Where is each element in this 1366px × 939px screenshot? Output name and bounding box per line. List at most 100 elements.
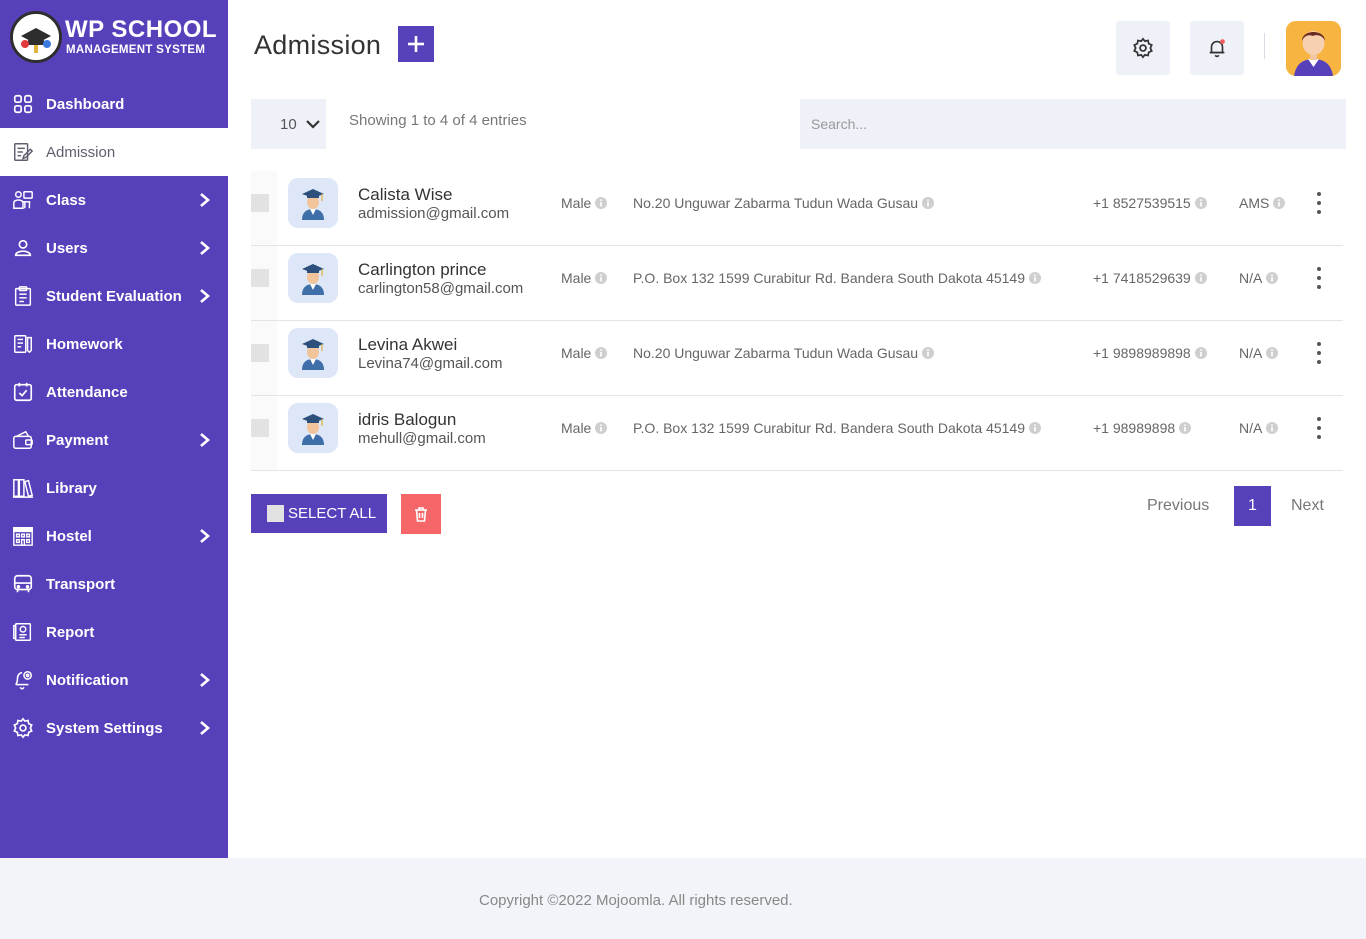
info-icon[interactable] xyxy=(1266,347,1279,359)
class-cell: N/A xyxy=(1239,420,1279,436)
user-avatar-icon xyxy=(1286,21,1341,76)
settings-button[interactable] xyxy=(1116,21,1170,75)
sidebar-item-transport[interactable]: Transport xyxy=(0,560,228,608)
row-checkbox[interactable] xyxy=(251,194,269,212)
sidebar-item-student-evaluation[interactable]: Student Evaluation xyxy=(0,272,228,320)
sidebar-item-label: Hostel xyxy=(46,527,92,545)
select-all-label: SELECT ALL xyxy=(288,505,377,522)
copyright-text: Copyright ©2022 Mojoomla. All rights res… xyxy=(479,892,793,909)
add-admission-button[interactable] xyxy=(398,26,434,62)
sidebar-item-hostel[interactable]: Hostel xyxy=(0,512,228,560)
sidebar-item-payment[interactable]: Payment xyxy=(0,416,228,464)
info-icon[interactable] xyxy=(1273,197,1286,209)
chevron-right-icon xyxy=(200,433,210,447)
sidebar-item-notification[interactable]: Notification xyxy=(0,656,228,704)
gender-text: Male xyxy=(561,270,592,286)
class-text: AMS xyxy=(1239,195,1270,211)
sidebar-item-label: Transport xyxy=(46,575,116,593)
hostel-icon xyxy=(12,525,34,547)
table-row[interactable]: Levina Akwei Levina74@gmail.com Male No.… xyxy=(251,321,1343,396)
brand[interactable]: WP SCHOOL MANAGEMENT SYSTEM xyxy=(10,11,225,63)
plus-icon xyxy=(408,36,424,52)
sidebar-item-label: Report xyxy=(46,623,95,641)
notifications-button[interactable] xyxy=(1190,21,1244,75)
row-menu-button[interactable] xyxy=(1309,341,1329,365)
sidebar-item-system-settings[interactable]: System Settings xyxy=(0,704,228,752)
class-text: N/A xyxy=(1239,270,1263,286)
info-icon[interactable] xyxy=(1179,422,1192,434)
sidebar-item-report[interactable]: Report xyxy=(0,608,228,656)
row-checkbox[interactable] xyxy=(251,269,269,287)
select-all-checkbox[interactable] xyxy=(267,505,284,522)
pagination-previous[interactable]: Previous xyxy=(1147,497,1209,515)
sidebar-item-attendance[interactable]: Attendance xyxy=(0,368,228,416)
row-checkbox[interactable] xyxy=(251,344,269,362)
phone-text: +1 8527539515 xyxy=(1093,195,1191,211)
phone-cell: +1 98989898 xyxy=(1093,420,1192,436)
sidebar-item-homework[interactable]: Homework xyxy=(0,320,228,368)
chevron-right-icon xyxy=(200,289,210,303)
sidebar-item-label: System Settings xyxy=(46,719,163,737)
brand-title: WP SCHOOL xyxy=(65,16,218,43)
info-icon[interactable] xyxy=(595,272,608,284)
sidebar-item-label: Users xyxy=(46,239,88,257)
report-icon xyxy=(12,621,34,643)
sidebar-item-label: Attendance xyxy=(46,383,128,401)
page-length-select[interactable]: 10 xyxy=(251,99,326,149)
info-icon[interactable] xyxy=(1266,272,1279,284)
info-icon[interactable] xyxy=(1194,197,1207,209)
gender-text: Male xyxy=(561,195,592,211)
info-icon[interactable] xyxy=(922,347,935,359)
pagination-next[interactable]: Next xyxy=(1291,497,1324,515)
info-icon[interactable] xyxy=(1029,272,1042,284)
sidebar-item-admission[interactable]: Admission xyxy=(0,128,228,176)
sidebar-item-dashboard[interactable]: Dashboard xyxy=(0,80,228,128)
address-cell: No.20 Unguwar Zabarma Tudun Wada Gusau xyxy=(633,195,935,211)
info-icon[interactable] xyxy=(595,347,608,359)
address-text: P.O. Box 132 1599 Curabitur Rd. Bandera … xyxy=(633,420,1026,436)
clipboard-icon xyxy=(12,285,34,307)
sidebar-item-users[interactable]: Users xyxy=(0,224,228,272)
table-row[interactable]: idris Balogun mehull@gmail.com Male P.O.… xyxy=(251,396,1343,471)
sidebar-item-library[interactable]: Library xyxy=(0,464,228,512)
sidebar-item-label: Homework xyxy=(46,335,123,353)
delete-selected-button[interactable] xyxy=(401,494,441,534)
table-row[interactable]: Carlington prince carlington58@gmail.com… xyxy=(251,246,1343,321)
row-menu-button[interactable] xyxy=(1309,416,1329,440)
phone-text: +1 7418529639 xyxy=(1093,270,1191,286)
sidebar-item-class[interactable]: Class xyxy=(0,176,228,224)
book-icon xyxy=(12,333,34,355)
header-divider xyxy=(1264,33,1265,59)
student-email: admission@gmail.com xyxy=(358,205,510,222)
gender-cell: Male xyxy=(561,195,608,211)
table-row[interactable]: Calista Wise admission@gmail.com Male No… xyxy=(251,171,1343,246)
bell-icon xyxy=(1209,39,1225,58)
bell-pin-icon xyxy=(12,669,34,691)
entries-info: Showing 1 to 4 of 4 entries xyxy=(349,112,527,129)
info-icon[interactable] xyxy=(1266,422,1279,434)
sidebar-nav: Dashboard Admission Class Users Student … xyxy=(0,80,228,752)
info-icon[interactable] xyxy=(922,197,935,209)
form-icon xyxy=(12,141,34,163)
select-all-button[interactable]: SELECT ALL xyxy=(251,494,387,533)
sidebar-item-label: Student Evaluation xyxy=(46,287,182,305)
user-icon xyxy=(12,237,34,259)
phone-text: +1 98989898 xyxy=(1093,420,1176,436)
info-icon[interactable] xyxy=(1194,347,1207,359)
info-icon[interactable] xyxy=(595,422,608,434)
student-email: carlington58@gmail.com xyxy=(358,280,524,297)
gender-text: Male xyxy=(561,420,592,436)
sidebar: WP SCHOOL MANAGEMENT SYSTEM Dashboard Ad… xyxy=(0,0,228,858)
class-cell: N/A xyxy=(1239,345,1279,361)
info-icon[interactable] xyxy=(1194,272,1207,284)
info-icon[interactable] xyxy=(595,197,608,209)
pagination-page-1[interactable]: 1 xyxy=(1234,486,1271,526)
gear-icon xyxy=(1133,37,1153,59)
search-input[interactable] xyxy=(800,99,1346,149)
info-icon[interactable] xyxy=(1029,422,1042,434)
class-text: N/A xyxy=(1239,420,1263,436)
row-menu-button[interactable] xyxy=(1309,191,1329,215)
row-menu-button[interactable] xyxy=(1309,266,1329,290)
avatar[interactable] xyxy=(1286,21,1341,76)
row-checkbox[interactable] xyxy=(251,419,269,437)
